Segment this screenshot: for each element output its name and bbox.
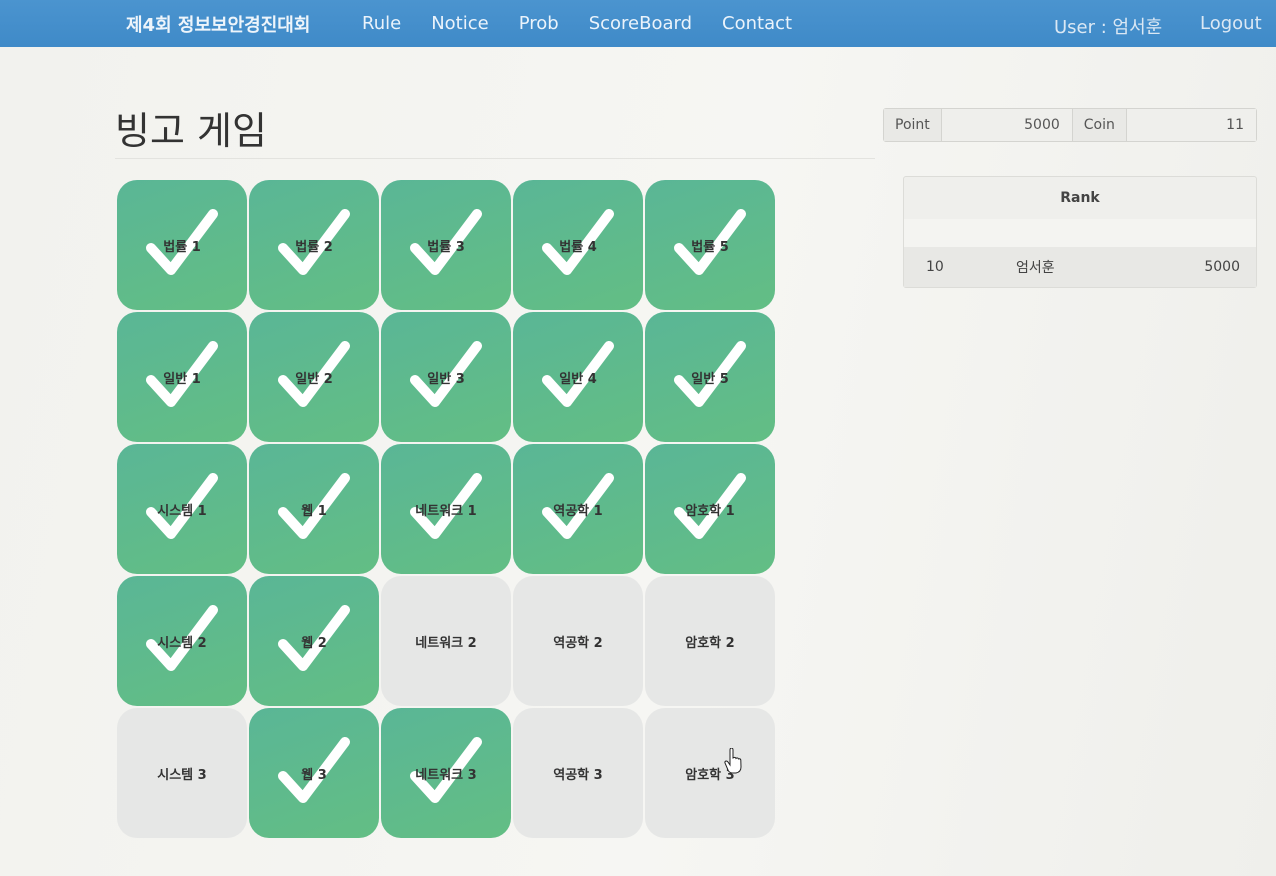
bingo-cell-label: 시스템 1 (157, 503, 207, 519)
bingo-cell-label: 네트워크 1 (415, 503, 477, 519)
nav-link-contact[interactable]: Contact (722, 13, 792, 34)
bingo-cell-label: 역공학 1 (553, 503, 603, 519)
bingo-cell-label: 법률 4 (559, 239, 597, 255)
bingo-cell-label: 네트워크 2 (415, 635, 477, 651)
bingo-cell-label: 웹 1 (301, 503, 327, 519)
bingo-cell-label: 역공학 2 (553, 635, 603, 651)
title-divider (115, 158, 875, 159)
bingo-cell-label: 암호학 1 (685, 503, 735, 519)
rank-row: 10 엄서훈 5000 (904, 247, 1256, 287)
bingo-cell[interactable]: 법률 3 (381, 180, 511, 310)
bingo-cell[interactable]: 시스템 3 (117, 708, 247, 838)
bingo-cell[interactable]: 일반 5 (645, 312, 775, 442)
bingo-cell-label: 웹 3 (301, 767, 327, 783)
rank-position: 10 (926, 259, 944, 275)
page-title: 빙고 게임 (115, 109, 267, 153)
rank-name: 엄서훈 (1016, 260, 1055, 276)
bingo-cell-label: 일반 3 (427, 371, 465, 387)
rank-spacer (904, 219, 1256, 247)
bingo-cell[interactable]: 법률 2 (249, 180, 379, 310)
bingo-cell-label: 네트워크 3 (415, 767, 477, 783)
bingo-cell-label: 일반 1 (163, 371, 201, 387)
bingo-cell-label: 역공학 3 (553, 767, 603, 783)
bingo-cell[interactable]: 역공학 2 (513, 576, 643, 706)
bingo-cell[interactable]: 일반 1 (117, 312, 247, 442)
rank-score: 5000 (1204, 259, 1240, 275)
nav-brand[interactable]: 제4회 정보보안경진대회 (126, 11, 310, 37)
hand-cursor-icon (724, 748, 742, 774)
bingo-cell[interactable]: 네트워크 1 (381, 444, 511, 574)
bingo-cell[interactable]: 일반 2 (249, 312, 379, 442)
rank-header: Rank (1060, 190, 1100, 206)
bingo-cell[interactable]: 암호학 3 (645, 708, 775, 838)
coin-label: Coin (1072, 109, 1127, 141)
rank-panel: Rank 10 엄서훈 5000 (903, 176, 1257, 288)
bingo-cell[interactable]: 법률 1 (117, 180, 247, 310)
coin-value: 11 (1126, 109, 1256, 141)
bingo-cell-label: 법률 1 (163, 239, 201, 255)
bingo-cell-label: 일반 5 (691, 371, 729, 387)
nav-link-notice[interactable]: Notice (431, 13, 489, 34)
bingo-cell-label: 시스템 2 (157, 635, 207, 651)
bingo-board: 법률 1 법률 2 법률 3 법률 4 법률 5 일반 1 일반 2 일반 3 일반 4 일반 5… (117, 180, 775, 838)
bingo-cell-label: 웹 2 (301, 635, 327, 651)
logout-link[interactable]: Logout (1200, 13, 1262, 34)
bingo-cell[interactable]: 웹 3 (249, 708, 379, 838)
bingo-cell[interactable]: 암호학 2 (645, 576, 775, 706)
bingo-cell[interactable]: 암호학 1 (645, 444, 775, 574)
bingo-cell[interactable]: 역공학 1 (513, 444, 643, 574)
nav-link-rule[interactable]: Rule (362, 13, 401, 34)
navbar: 제4회 정보보안경진대회 Rule Notice Prob ScoreBoard… (0, 0, 1276, 47)
nav-link-scoreboard[interactable]: ScoreBoard (589, 13, 692, 34)
nav-link-prob[interactable]: Prob (519, 13, 559, 34)
nav-links: Rule Notice Prob ScoreBoard Contact (362, 13, 792, 34)
bingo-cell-label: 시스템 3 (157, 767, 207, 783)
point-label: Point (884, 109, 942, 141)
bingo-cell-label: 암호학 2 (685, 635, 735, 651)
bingo-cell-label: 일반 4 (559, 371, 597, 387)
bingo-cell[interactable]: 일반 4 (513, 312, 643, 442)
bingo-cell[interactable]: 법률 5 (645, 180, 775, 310)
bingo-cell[interactable]: 법률 4 (513, 180, 643, 310)
bingo-cell[interactable]: 일반 3 (381, 312, 511, 442)
bingo-cell-label: 일반 2 (295, 371, 333, 387)
stats-bar: Point 5000 Coin 11 (883, 108, 1257, 142)
bingo-cell[interactable]: 역공학 3 (513, 708, 643, 838)
bingo-cell[interactable]: 웹 2 (249, 576, 379, 706)
bingo-cell-label: 법률 2 (295, 239, 333, 255)
bingo-cell[interactable]: 웹 1 (249, 444, 379, 574)
point-value: 5000 (941, 109, 1073, 141)
bingo-cell[interactable]: 네트워크 2 (381, 576, 511, 706)
bingo-cell-label: 법률 5 (691, 239, 729, 255)
bingo-cell-label: 법률 3 (427, 239, 465, 255)
bingo-cell[interactable]: 시스템 2 (117, 576, 247, 706)
nav-user: User : 엄서훈 (1054, 17, 1163, 38)
bingo-cell[interactable]: 네트워크 3 (381, 708, 511, 838)
bingo-cell[interactable]: 시스템 1 (117, 444, 247, 574)
